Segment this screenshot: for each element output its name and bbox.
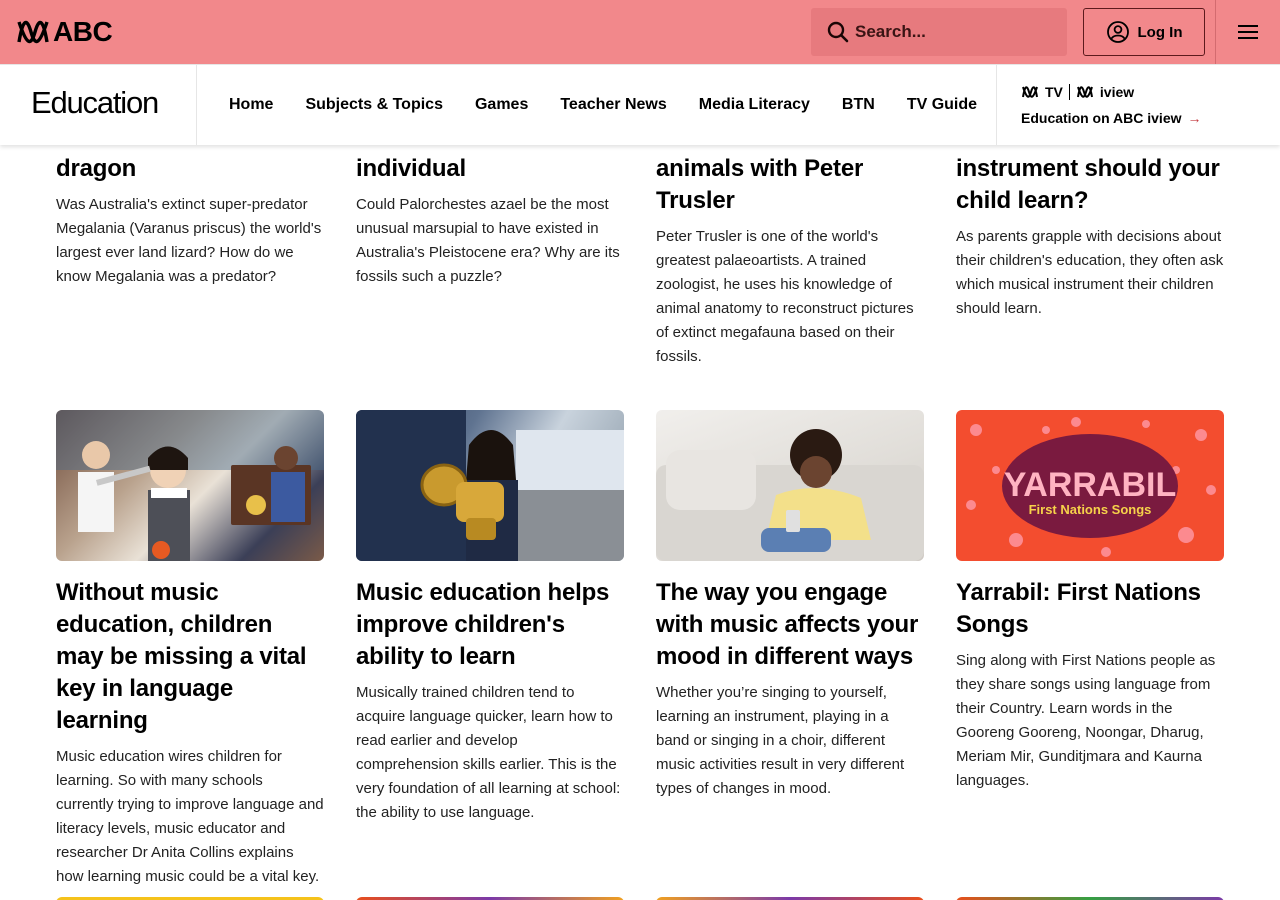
- nav-item-games[interactable]: Games: [459, 96, 544, 114]
- nav-item-home[interactable]: Home: [213, 96, 289, 114]
- nav-item-tv-guide[interactable]: TV Guide: [891, 96, 993, 114]
- article-description: Could Palorchestes azael be the most unu…: [356, 196, 620, 285]
- search-icon: [827, 21, 849, 43]
- article-title[interactable]: animals with Peter Trusler: [656, 153, 924, 217]
- section-title[interactable]: Education: [31, 85, 159, 121]
- abc-tv-logo-text: TV: [1045, 84, 1063, 100]
- article-title[interactable]: instrument should your child learn?: [956, 153, 1224, 217]
- article-description: As parents grapple with decisions about …: [956, 228, 1224, 317]
- yarrabil-image[interactable]: YARRABIL First Nations Songs: [956, 410, 1224, 561]
- user-icon: [1106, 21, 1129, 43]
- article-description: Music education wires children for learn…: [56, 748, 324, 885]
- article-description: Whether you’re singing to yourself, lear…: [656, 684, 905, 797]
- nav-item-btn[interactable]: BTN: [826, 96, 891, 114]
- article-card[interactable]: YARRABIL First Nations Songs Yarrabil: F…: [956, 410, 1224, 793]
- girl-listening-music-image[interactable]: [656, 410, 924, 561]
- article-title[interactable]: dragon: [56, 153, 324, 185]
- iview-logo-text: iview: [1099, 84, 1135, 100]
- article-card[interactable]: The way you engage with music affects yo…: [656, 410, 924, 801]
- menu-button[interactable]: [1226, 18, 1270, 46]
- article-title[interactable]: Yarrabil: First Nations Songs: [956, 577, 1224, 641]
- article-description: Musically trained children tend to acqui…: [356, 684, 621, 821]
- iview-link[interactable]: Education on ABC iview →: [1021, 110, 1202, 126]
- iview-link-label: Education on ABC iview: [1021, 110, 1182, 126]
- topbar-divider: [1215, 0, 1216, 64]
- article-title[interactable]: The way you engage with music affects yo…: [656, 577, 924, 673]
- abc-lissajous-icon: [1076, 86, 1093, 98]
- article-card[interactable]: animals with Peter Trusler Peter Trusler…: [656, 153, 924, 369]
- article-card[interactable]: dragon Was Australia's extinct super-pre…: [56, 153, 324, 289]
- nav-item-teacher-news[interactable]: Teacher News: [544, 96, 682, 114]
- article-card[interactable]: Music education helps improve children's…: [356, 410, 624, 825]
- nav-item-subjects-topics[interactable]: Subjects & Topics: [289, 96, 459, 114]
- iview-promo[interactable]: TV iview Education on ABC iview →: [1021, 83, 1202, 126]
- children-with-instruments-image[interactable]: [56, 410, 324, 561]
- article-card[interactable]: instrument should your child learn? As p…: [956, 153, 1224, 321]
- nav-item-media-literacy[interactable]: Media Literacy: [683, 96, 826, 114]
- arrow-right-icon: →: [1187, 110, 1202, 126]
- abc-lissajous-icon: [17, 20, 49, 44]
- abc-logo[interactable]: ABC: [17, 16, 113, 47]
- article-description: Was Australia's extinct super-predator M…: [56, 196, 322, 285]
- article-title[interactable]: Music education helps improve children's…: [356, 577, 624, 673]
- abc-tv-iview-logos: TV iview: [1021, 83, 1202, 101]
- article-card[interactable]: individual Could Palorchestes azael be t…: [356, 153, 624, 289]
- article-card[interactable]: Without music education, children may be…: [56, 410, 324, 889]
- login-button[interactable]: Log In: [1083, 8, 1205, 56]
- article-title[interactable]: Without music education, children may be…: [56, 577, 324, 737]
- girl-holding-tuba-image[interactable]: [356, 410, 624, 561]
- search-box[interactable]: [811, 8, 1067, 56]
- nav-divider: [196, 65, 197, 145]
- nav-divider: [996, 65, 997, 145]
- article-description: Peter Trusler is one of the world's grea…: [656, 228, 914, 365]
- yarrabil-logo-subtext: First Nations Songs: [1029, 502, 1152, 517]
- abc-top-bar: ABC Log In: [0, 0, 1280, 64]
- section-nav: Home Subjects & Topics Games Teacher New…: [213, 65, 993, 145]
- article-title[interactable]: individual: [356, 153, 624, 185]
- yarrabil-logo-text: YARRABIL: [1004, 466, 1177, 504]
- hamburger-menu-icon: [1238, 25, 1258, 39]
- abc-lissajous-icon: [1022, 86, 1038, 98]
- login-label: Log In: [1137, 23, 1183, 41]
- search-input[interactable]: [855, 22, 1045, 42]
- logo-separator: [1068, 84, 1070, 100]
- article-description: Sing along with First Nations people as …: [956, 652, 1216, 789]
- abc-logo-text: ABC: [53, 16, 113, 47]
- education-nav-bar: Education Home Subjects & Topics Games T…: [0, 64, 1280, 145]
